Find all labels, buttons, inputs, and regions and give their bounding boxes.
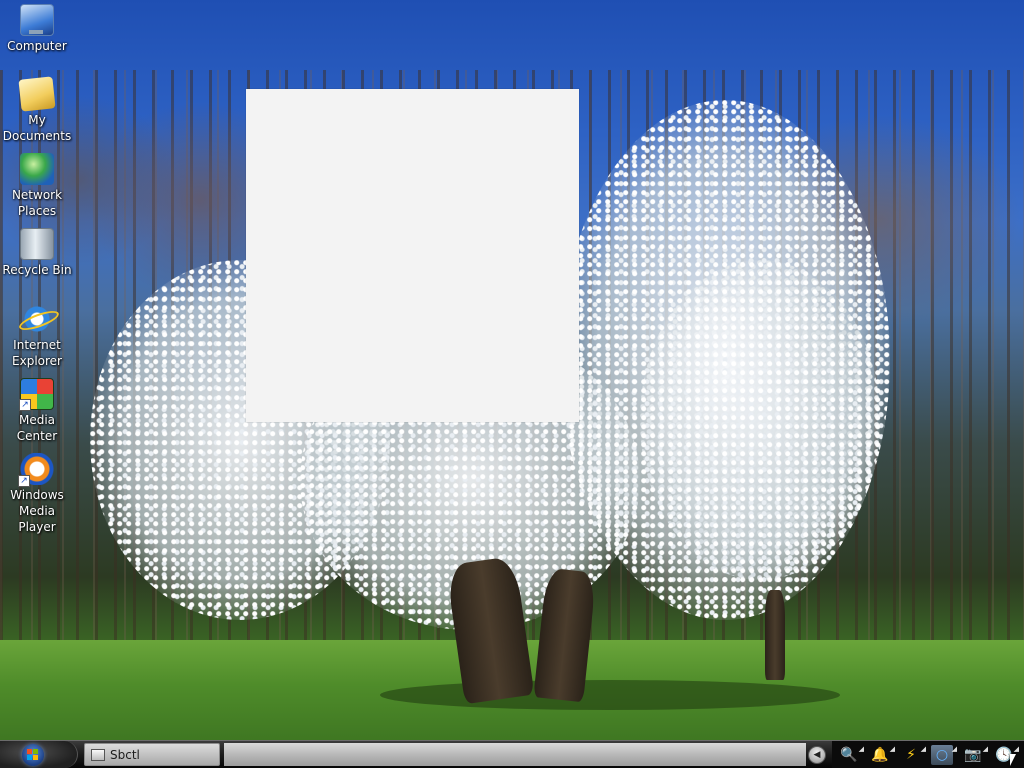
shortcut-arrow-icon: ↗ xyxy=(18,475,30,487)
search-icon[interactable]: 🔍 ◢ xyxy=(838,745,864,765)
computer-icon xyxy=(20,4,54,36)
start-button[interactable] xyxy=(0,741,78,768)
desktop-icon-label: My Documents xyxy=(2,113,72,143)
desktop-icon-my-documents[interactable]: My Documents xyxy=(0,76,74,144)
camera-icon[interactable]: 📷 ◢ xyxy=(962,745,988,765)
desktop-icon-recycle-bin[interactable]: Recycle Bin xyxy=(0,228,74,278)
desktop-icon-label: Media Center xyxy=(16,413,58,443)
documents-folder-icon xyxy=(18,76,56,112)
internet-explorer-icon xyxy=(20,303,54,335)
taskbar-button-label: Sbctl xyxy=(110,747,140,762)
desktop-icon-internet-explorer[interactable]: Internet Explorer xyxy=(0,303,74,369)
media-center-icon: ↗ xyxy=(19,378,54,411)
system-tray: 🔍 ◢ 🔔 ◢ ⚡ ◢ ○ ◢ 📷 ◢ 🕓 ◢ xyxy=(832,741,1024,768)
windows-logo-icon xyxy=(22,744,44,766)
taskbar-button-sbctl[interactable]: Sbctl xyxy=(84,743,220,766)
lightning-icon[interactable]: ⚡ ◢ xyxy=(900,745,926,765)
window-icon xyxy=(91,748,105,761)
tray-chevron-icon[interactable]: ◀ xyxy=(808,746,826,764)
media-player-icon: ↗ xyxy=(18,453,54,487)
network-icon xyxy=(20,153,54,185)
desktop-icon-label: Internet Explorer xyxy=(12,338,62,368)
desktop-icon-network-places[interactable]: Network Places xyxy=(0,153,74,219)
desktop-icon-label: Network Places xyxy=(11,188,63,218)
internet-explorer-icon[interactable]: ○ ◢ xyxy=(931,744,957,765)
desktop-icon-label: Computer xyxy=(7,39,67,53)
desktop-icon-computer[interactable]: Computer xyxy=(0,4,74,54)
mouse-cursor xyxy=(1010,754,1016,766)
taskbar-empty-area[interactable] xyxy=(224,743,806,766)
shortcut-arrow-icon: ↗ xyxy=(19,399,31,411)
wallpaper-trunk xyxy=(765,590,785,680)
bell-icon[interactable]: 🔔 ◢ xyxy=(869,745,895,765)
blank-window[interactable] xyxy=(246,89,579,422)
wallpaper-blossom-tree xyxy=(560,100,890,620)
wallpaper-tree-shadow xyxy=(380,680,840,710)
desktop-icon-label: Recycle Bin xyxy=(2,263,72,277)
taskbar: Sbctl ◀ 🔍 ◢ 🔔 ◢ ⚡ ◢ ○ ◢ 📷 ◢ 🕓 ◢ xyxy=(0,740,1024,768)
desktop-icon-media-center[interactable]: ↗ Media Center xyxy=(0,378,74,444)
desktop-icon-windows-media-player[interactable]: ↗ Windows Media Player xyxy=(0,453,74,535)
desktop-icon-label: Windows Media Player xyxy=(10,488,64,534)
recycle-bin-icon xyxy=(20,228,54,260)
